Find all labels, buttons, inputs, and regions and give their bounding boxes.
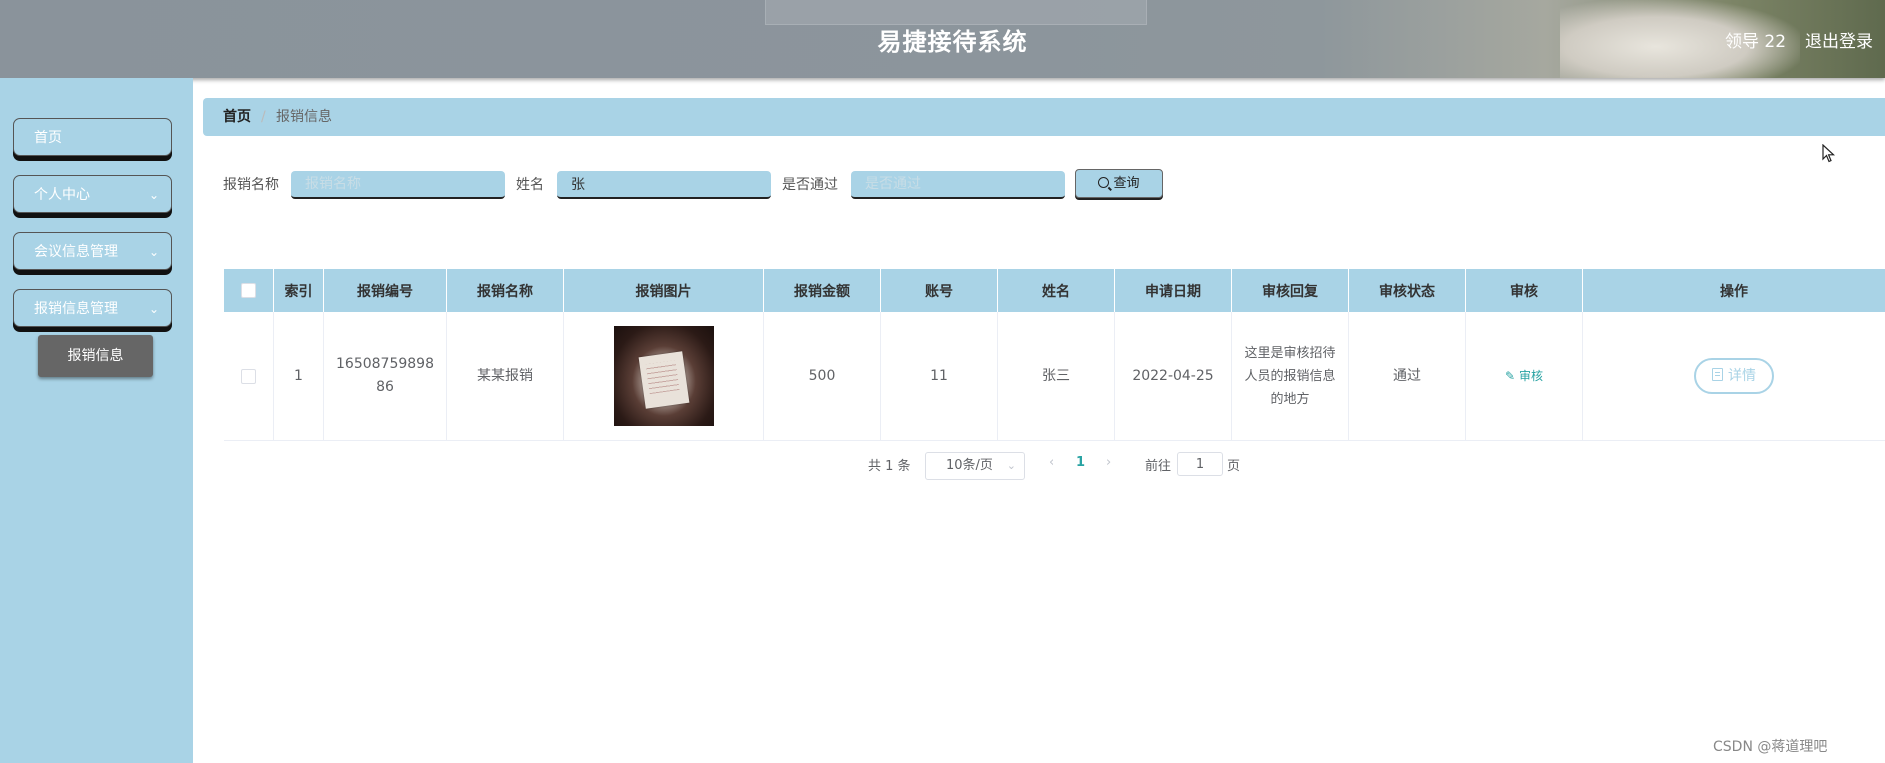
cell-account: 11 [881,312,998,440]
cell-amount: 500 [764,312,881,440]
logout-link[interactable]: 退出登录 [1805,27,1873,52]
table-row: 1 1650875989886 某某报销 500 11 张三 2022-04-2… [224,312,1885,441]
search-icon [1098,177,1110,188]
breadcrumb-separator: / [261,109,266,125]
column-header: 报销金额 [764,269,881,312]
column-header: 账号 [881,269,998,312]
page-number-current[interactable]: 1 [1076,455,1085,470]
reimbursement-name-input[interactable] [291,171,505,199]
chevron-down-icon: ⌄ [148,188,159,202]
sidebar-item-meeting-management[interactable]: 会议信息管理 ⌄ [13,232,172,270]
edit-icon: ✎ [1505,368,1516,383]
passed-label: 是否通过 [782,177,838,193]
detail-button-label: 详情 [1728,368,1756,384]
cell-person: 张三 [998,312,1115,440]
audit-link-label: 审核 [1518,368,1543,383]
sidebar-item-home[interactable]: 首页 [13,118,172,156]
select-all-checkbox[interactable] [241,283,256,298]
current-user: 领导 22 [1725,32,1787,52]
column-header: 操作 [1720,283,1748,300]
audit-link[interactable]: ✎ 审核 [1505,365,1543,388]
column-header: 审核状态 [1349,269,1466,312]
chevron-down-icon: ⌄ [148,245,159,259]
person-name-label: 姓名 [516,177,544,193]
cell-date: 2022-04-25 [1115,312,1232,440]
column-header: 姓名 [998,269,1115,312]
breadcrumb-current: 报销信息 [276,109,332,125]
query-button-label: 查询 [1113,176,1140,191]
next-page-button[interactable]: › [1106,455,1111,470]
app-title: 易捷接待系统 [877,28,1028,56]
page-unit-label: 页 [1227,459,1241,474]
reimbursement-photo[interactable] [613,326,714,426]
document-icon [1712,368,1723,381]
cell-code: 1650875989886 [324,312,447,440]
column-header: 审核回复 [1232,269,1349,312]
reimbursement-name-label: 报销名称 [223,177,279,193]
chevron-down-icon: ⌄ [148,302,159,316]
cell-actions: 详情 [1583,312,1885,440]
table-header: 索引 报销编号 报销名称 报销图片 报销金额 账号 姓名 申请日期 审核回复 审… [224,269,1885,312]
column-header: 报销名称 [447,269,564,312]
sidebar-item-personal-center[interactable]: 个人中心 ⌄ [13,175,172,213]
select-all-cell [224,269,274,312]
sidebar-item-label: 个人中心 [34,187,90,203]
breadcrumb: 首页 / 报销信息 [203,98,1885,136]
sidebar-item-reimbursement-management[interactable]: 报销信息管理 ⌄ [13,289,172,327]
cell-audit: ✎ 审核 [1466,312,1583,440]
column-header: 索引 [274,269,324,312]
goto-page-input[interactable] [1177,452,1223,476]
cell-reply: 这里是审核招待人员的报销信息的地方 [1232,312,1349,440]
pagination-total: 共 1 条 [868,459,911,474]
sidebar: 首页 个人中心 ⌄ 会议信息管理 ⌄ 报销信息管理 ⌄ 报销信息 [0,78,193,763]
passed-input[interactable] [851,171,1065,199]
sidebar-subitem-reimbursement-info[interactable]: 报销信息 [38,335,153,377]
mouse-pointer-icon [1822,144,1836,163]
chevron-down-icon: ⌄ [1006,459,1016,472]
row-select-cell [224,312,274,440]
watermark: CSDN @蒋道理吧 [1713,739,1828,755]
sidebar-item-label: 会议信息管理 [34,244,118,260]
breadcrumb-home[interactable]: 首页 [223,98,251,136]
column-header: 申请日期 [1115,269,1232,312]
cell-name: 某某报销 [447,312,564,440]
cell-index: 1 [274,312,324,440]
goto-label: 前往 [1145,459,1172,474]
page-size-select[interactable]: 10条/页 ⌄ [925,452,1025,480]
query-button[interactable]: 查询 [1075,169,1163,198]
sidebar-item-label: 报销信息管理 [34,301,118,317]
receipt-paper [638,351,689,409]
top-header: 易捷接待系统 领导 22 退出登录 [0,0,1885,78]
sidebar-item-label: 首页 [34,130,62,146]
prev-page-button[interactable]: ‹ [1049,455,1054,470]
column-header: 报销编号 [324,269,447,312]
person-name-input[interactable] [557,171,771,199]
row-checkbox[interactable] [241,368,256,384]
detail-button[interactable]: 详情 [1694,358,1774,394]
column-header: 报销图片 [564,269,764,312]
cell-image [564,312,764,440]
column-header: 审核 [1466,269,1583,312]
cell-status: 通过 [1349,312,1466,440]
page-size-value: 10条/页 [946,458,993,473]
